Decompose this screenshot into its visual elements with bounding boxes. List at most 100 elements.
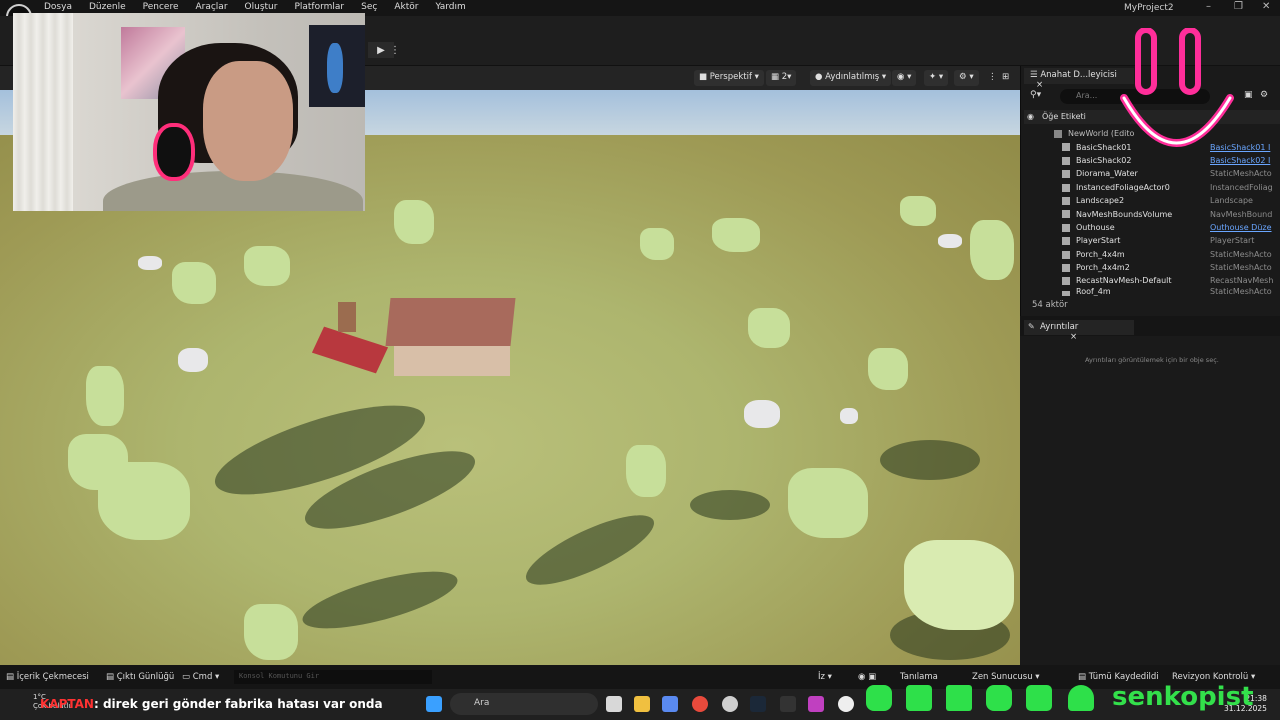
world-icon (1054, 130, 1062, 138)
console-command-input[interactable]: Konsol Komutunu Gir (234, 670, 432, 684)
actor-icon (1062, 210, 1070, 219)
close-icon[interactable]: ✕ (1262, 1, 1270, 12)
tree (394, 200, 434, 244)
folder-icon[interactable]: ▣ (1244, 90, 1253, 100)
transform-tools-button[interactable]: ✦ ▾ (924, 70, 949, 86)
close-tab-icon[interactable]: × (1036, 80, 1043, 90)
unreal-taskbar-icon[interactable] (838, 696, 854, 712)
close-tab-icon[interactable]: × (1070, 332, 1077, 342)
steam-icon[interactable] (750, 696, 766, 712)
list-item[interactable]: Porch_4x4m2 StaticMeshActo (1024, 261, 1280, 274)
filter-icon[interactable]: ⚲▾ (1030, 90, 1041, 100)
visibility-eye-icon[interactable]: ◉ (1027, 112, 1034, 121)
tree (904, 540, 1014, 630)
tree (244, 604, 298, 660)
menu-help[interactable]: Yardım (435, 2, 465, 12)
windows-start-icon[interactable] (426, 696, 442, 712)
chrome-icon[interactable] (692, 696, 708, 712)
tree-shadow (880, 440, 980, 480)
output-log-button[interactable]: ▤ Çıktı Günlüğü (106, 672, 174, 682)
pencil-icon: ✎ (1028, 322, 1035, 331)
chat-overlay-message: KAPTAN: direk geri gönder fabrika hatası… (40, 697, 383, 711)
outhouse[interactable] (338, 302, 356, 332)
menu-platforms[interactable]: Platformlar (294, 2, 344, 12)
tiktok-icon (906, 685, 932, 711)
menu-actor[interactable]: Aktör (394, 2, 418, 12)
actor-count: 54 aktör (1032, 300, 1068, 310)
actor-icon (1062, 223, 1070, 232)
list-item[interactable]: Outhouse Outhouse Düze (1024, 221, 1280, 234)
save-all-button[interactable]: ▤ Tümü Kaydedildi (1078, 672, 1159, 682)
record-icon[interactable]: ◉ ▣ (858, 672, 876, 682)
actor-icon (1062, 156, 1070, 165)
list-item[interactable]: Diorama_Water StaticMeshActo (1024, 167, 1280, 180)
list-item[interactable]: Landscape2 Landscape (1024, 194, 1280, 207)
youtube-icon (986, 685, 1012, 711)
camera-speed-button[interactable]: ▦ 2▾ (766, 70, 797, 86)
tree (712, 218, 760, 252)
list-item[interactable]: NavMeshBoundsVolume NavMeshBound (1024, 207, 1280, 220)
list-item[interactable]: RecastNavMesh-Default RecastNavMesh (1024, 274, 1280, 287)
actor-icon (1062, 196, 1070, 205)
list-item[interactable]: InstancedFoliageActor0 InstancedFoliag (1024, 181, 1280, 194)
epic-games-icon[interactable] (780, 696, 796, 712)
perspective-button[interactable]: ■ Perspektif ▾ (694, 70, 764, 86)
task-view-icon[interactable] (606, 696, 622, 712)
actor-icon (1062, 143, 1070, 152)
minimize-icon[interactable]: – (1206, 1, 1211, 12)
settings-button[interactable]: ⚙ ▾ (954, 70, 979, 86)
cmd-dropdown[interactable]: ▭ Cmd ▾ (182, 672, 219, 682)
zen-server-button[interactable]: Zen Sunucusu ▾ (972, 672, 1040, 682)
shack-roof (385, 298, 516, 346)
details-empty-message: Ayrıntıları görüntülemek için bir obje s… (1085, 356, 1219, 364)
basic-shack[interactable] (385, 298, 516, 376)
revision-control-button[interactable]: Revizyon Kontrolü ▾ (1172, 672, 1255, 682)
bell-icon (1068, 685, 1094, 711)
menu-build[interactable]: Oluştur (245, 2, 278, 12)
tree (640, 228, 674, 260)
list-item[interactable]: PlayerStart PlayerStart (1024, 234, 1280, 247)
rock (744, 400, 780, 428)
actor-icon (1062, 290, 1070, 296)
menu-select[interactable]: Seç (361, 2, 377, 12)
maximize-icon[interactable]: ❐ (1234, 1, 1243, 12)
lit-sphere-icon: ● (815, 72, 826, 82)
thumbs-up-icon (1026, 685, 1052, 711)
streamer-face (203, 61, 293, 181)
content-drawer-button[interactable]: ▤ İçerik Çekmecesi (6, 672, 89, 682)
app-icon[interactable] (722, 696, 738, 712)
instagram-icon (866, 685, 892, 711)
play-options-icon[interactable]: ⋮ (390, 42, 400, 58)
lit-mode-button[interactable]: ● Aydınlatılmış ▾ (810, 70, 892, 86)
grid-icon: ▦ (771, 72, 782, 82)
list-item[interactable]: Roof_4m StaticMeshActo (1024, 288, 1280, 296)
menu-window[interactable]: Pencere (143, 2, 179, 12)
list-item[interactable]: Porch_4x4m StaticMeshActo (1024, 248, 1280, 261)
derived-data-button[interactable]: Tanılama (900, 672, 938, 682)
rock (178, 348, 208, 372)
tree (900, 196, 936, 226)
taskbar-search[interactable]: Ara (450, 693, 598, 715)
main-menu: Dosya Düzenle Pencere Araçlar Oluştur Pl… (44, 2, 483, 12)
app-icon[interactable] (808, 696, 824, 712)
menu-file[interactable]: Dosya (44, 2, 72, 12)
actor-icon (1062, 263, 1070, 272)
gear-icon: ⚙ (959, 72, 967, 82)
layout-icon[interactable]: ⊞ (997, 70, 1014, 86)
details-panel (1020, 336, 1280, 666)
drawer-icon: ▤ (6, 672, 17, 682)
file-explorer-icon[interactable] (634, 696, 650, 712)
trace-button[interactable]: İz ▾ (818, 672, 832, 682)
snap-icon: ✦ (929, 72, 937, 82)
tree (748, 308, 790, 348)
outliner-settings-icon[interactable]: ⚙ (1260, 90, 1268, 100)
tab-details[interactable]: Ayrıntılar × (1024, 320, 1134, 342)
tree (970, 220, 1014, 280)
tree (68, 434, 128, 490)
curtain (13, 13, 73, 211)
kick-icon (946, 685, 972, 711)
store-icon[interactable] (662, 696, 678, 712)
menu-tools[interactable]: Araçlar (195, 2, 227, 12)
menu-edit[interactable]: Düzenle (89, 2, 126, 12)
show-flags-button[interactable]: ◉ ▾ (892, 70, 917, 86)
